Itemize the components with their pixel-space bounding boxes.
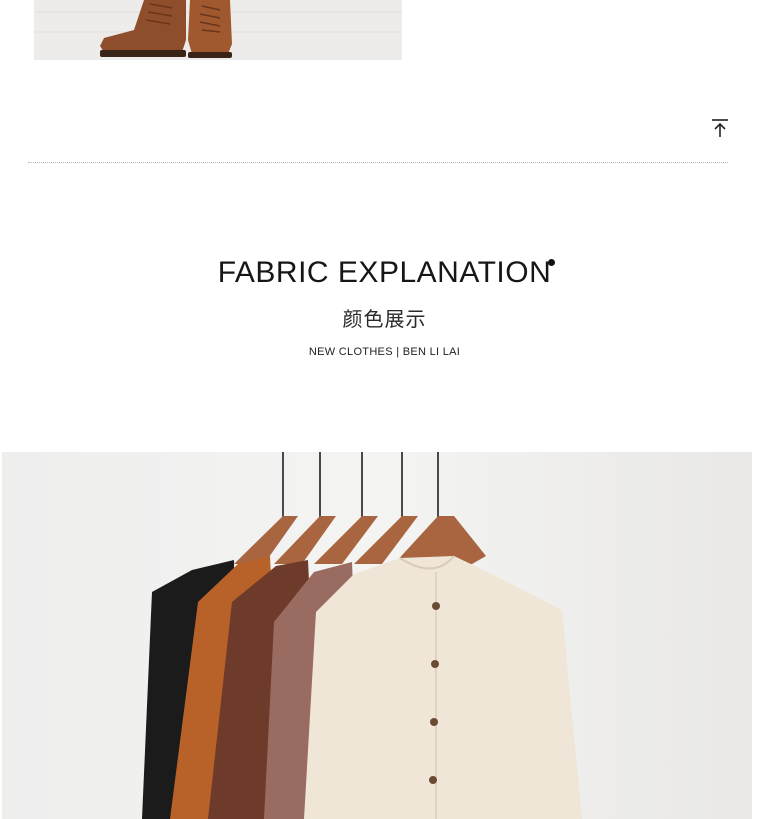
shirts-illustration xyxy=(2,452,752,819)
section-title: FABRIC EXPLANATION xyxy=(217,256,552,289)
arrow-up-to-line-icon xyxy=(712,119,728,137)
boots-illustration xyxy=(34,0,402,60)
title-dot-icon xyxy=(548,259,555,266)
shirts-photo xyxy=(2,452,752,819)
left-boot-sole xyxy=(100,50,186,57)
section-subtitle: 颜色展示 xyxy=(342,309,427,331)
brand-tagline: NEW CLOTHES | BEN LI LAI xyxy=(308,346,461,358)
section-divider xyxy=(28,162,728,163)
boots-photo xyxy=(34,0,402,60)
back-to-top-icon[interactable] xyxy=(708,116,732,140)
right-boot-sole xyxy=(188,52,232,58)
